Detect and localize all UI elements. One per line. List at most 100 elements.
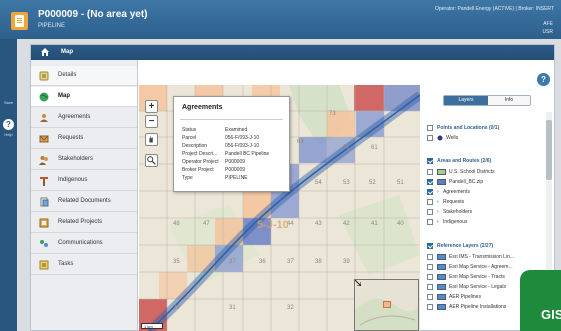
layer-checkbox[interactable]: [427, 209, 433, 215]
help-label[interactable]: Help: [2, 132, 15, 137]
layer-label: Indigenous: [443, 219, 468, 225]
save-button[interactable]: Save: [2, 100, 15, 105]
zoom-in-button[interactable]: +: [145, 100, 158, 113]
operator-info: Operator: Pandell Energy (ACTIVE) | Brok…: [434, 6, 554, 12]
sidebar-item-related-projects[interactable]: Related Projects: [31, 213, 137, 233]
agreements-popup: Agreements Status Examined Parcel 056-F/09…: [173, 96, 290, 192]
layer-checkbox[interactable]: [427, 189, 433, 195]
pan-tool-button[interactable]: [145, 133, 158, 146]
layers-scroll-thumb[interactable]: [546, 120, 552, 180]
layer-label: Requests: [443, 199, 465, 205]
chevron-right-icon[interactable]: ›: [437, 208, 439, 216]
popup-row: Broker Project P000009: [182, 167, 246, 173]
sidebar-item-stakeholders[interactable]: Stakeholders: [31, 150, 137, 170]
project-title: P000009 - (No area yet): [38, 9, 148, 20]
layer-checkbox[interactable]: [427, 284, 433, 290]
chevron-right-icon[interactable]: ›: [437, 188, 439, 196]
overview-map[interactable]: [354, 279, 419, 331]
sidebar-item-map[interactable]: Map: [31, 87, 137, 107]
layer-checkbox[interactable]: [427, 264, 433, 270]
scale-bar: 1 km: [141, 323, 163, 329]
indigenous-icon: [40, 177, 48, 186]
help-icon[interactable]: ?: [537, 73, 550, 86]
svg-text:32: 32: [287, 305, 294, 311]
svg-text:40: 40: [397, 221, 404, 227]
resize-arrow-icon[interactable]: [355, 280, 361, 286]
sidebar-item-tasks[interactable]: Tasks: [31, 255, 137, 275]
sidebar-item-requests[interactable]: Requests: [31, 129, 137, 149]
svg-text:73: 73: [329, 111, 336, 117]
chevron-right-icon[interactable]: ›: [437, 198, 439, 206]
layer-label: Esri Map Service - Legals: [449, 284, 506, 290]
svg-text:52: 52: [369, 180, 376, 186]
layer-checkbox[interactable]: [427, 135, 433, 141]
sidebar-item-related-documents[interactable]: Related Documents: [31, 192, 137, 212]
sidebar-item-indigenous[interactable]: Indigenous: [31, 171, 137, 191]
gis-badge: GIS: [520, 270, 561, 331]
sidebar-item-agreements[interactable]: Agreements: [31, 108, 137, 128]
svg-text:47: 47: [203, 221, 210, 227]
svg-text:41: 41: [371, 221, 378, 227]
magnifier-icon: [147, 156, 156, 165]
layer-checkbox[interactable]: [427, 169, 433, 175]
layer-label: AER Pipeline Installations: [449, 304, 507, 310]
svg-text:35: 35: [173, 259, 180, 265]
layer-checkbox[interactable]: [427, 179, 433, 185]
popup-row: Description 056-F/093-J-10: [182, 143, 260, 149]
content-frame: Map Details Map Agreements Requests Stak…: [30, 44, 555, 331]
layer-checkbox[interactable]: [427, 294, 433, 300]
esri-layer-icon: [437, 294, 446, 300]
tab-info[interactable]: Info: [488, 96, 530, 105]
sidebar-item-details[interactable]: Details: [31, 66, 137, 86]
esri-layer-icon: [437, 304, 446, 310]
popup-row: Parcel 056-F/093-J-10: [182, 135, 260, 141]
sidebar-item-label: Agreements: [58, 114, 91, 120]
home-icon[interactable]: [41, 48, 49, 56]
map-canvas[interactable]: 6373 5557 54535251 48474443424140 353736…: [139, 85, 420, 331]
group-checkbox[interactable]: [427, 125, 433, 131]
svg-text:39: 39: [343, 259, 350, 265]
layer-checkbox[interactable]: [427, 219, 433, 225]
layer-label: Esri Map Service - Agreem...: [449, 264, 513, 270]
globe-icon: [39, 92, 49, 102]
tab-bar: Map: [31, 45, 554, 60]
zoom-out-button[interactable]: −: [145, 115, 158, 128]
group-label: Reference Layers (2/27): [437, 243, 494, 249]
layer-checkbox[interactable]: [427, 304, 433, 310]
layer-label: Agreements: [443, 189, 470, 195]
group-checkbox[interactable]: [427, 243, 433, 249]
tab-map[interactable]: Map: [61, 45, 73, 60]
svg-text:37: 37: [229, 259, 236, 265]
sidebar-item-communications[interactable]: Communications: [31, 234, 137, 254]
highlight-parcel-label: 5-J-10: [257, 219, 289, 231]
sidebar-item-label: Related Documents: [58, 198, 111, 204]
popup-row: Status Examined: [182, 127, 248, 133]
chevron-right-icon[interactable]: ›: [437, 218, 439, 226]
layer-label: U.S. School Districts: [449, 169, 495, 175]
svg-text:53: 53: [343, 180, 350, 186]
sidebar-item-label: Related Projects: [58, 219, 103, 225]
header-afe-label: AFE: [543, 21, 553, 27]
popup-divider: [180, 119, 283, 120]
wells-dot-icon: [437, 135, 443, 141]
layer-checkbox[interactable]: [427, 274, 433, 280]
sidebar-nav: Details Map Agreements Requests Stakehol…: [31, 60, 138, 330]
group-checkbox[interactable]: [427, 158, 433, 164]
group-label: Points and Locations (0/1): [437, 125, 500, 131]
zoom-select-button[interactable]: [145, 154, 158, 167]
layer-label: Esri IMS - Transmission Lin...: [449, 254, 515, 260]
svg-text:37: 37: [287, 259, 294, 265]
svg-text:42: 42: [343, 221, 350, 227]
tab-layers[interactable]: Layers: [444, 96, 488, 105]
layers-info-toggle: Layers Info: [443, 95, 531, 106]
esri-layer-icon: [437, 264, 446, 270]
help-icon[interactable]: ?: [3, 119, 14, 130]
sidebar-item-label: Map: [58, 93, 70, 99]
svg-text:31: 31: [229, 305, 236, 311]
project-type: PIPELINE: [38, 23, 66, 29]
layer-checkbox[interactable]: [427, 199, 433, 205]
svg-text:62: 62: [343, 145, 350, 151]
sidebar-item-label: Requests: [58, 135, 84, 141]
popup-title: Agreements: [182, 104, 223, 111]
layer-checkbox[interactable]: [427, 254, 433, 260]
